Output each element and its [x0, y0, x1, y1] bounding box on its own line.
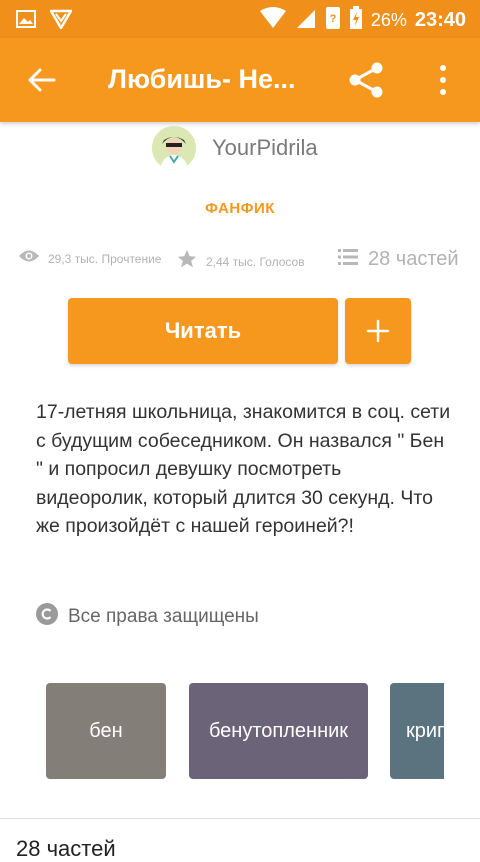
tag-chip[interactable]: бенутопленник — [189, 683, 368, 779]
category-label[interactable]: ФАНФИК — [0, 200, 480, 217]
more-vert-icon[interactable] — [434, 62, 452, 98]
tag-chip[interactable]: крипипаста — [390, 683, 444, 779]
eye-icon — [18, 248, 40, 269]
parts-count: 28 частей — [368, 248, 459, 270]
page-title: Любишь- Не... — [108, 64, 296, 94]
battery-charging-icon — [349, 6, 363, 35]
copyright-row: Все права защищены — [36, 603, 259, 630]
parts-stat: 28 частей — [338, 248, 459, 271]
tag-chip[interactable]: бен — [46, 683, 166, 779]
reads-count: 29,3 тыс. Прочтение — [48, 251, 162, 266]
list-icon — [338, 248, 358, 271]
gallery-icon — [16, 9, 36, 34]
battery-percent: 26% — [370, 10, 407, 30]
arrow-back-icon[interactable] — [26, 64, 58, 96]
share-icon[interactable] — [346, 60, 386, 100]
app-bar: Любишь- Не... — [0, 38, 480, 122]
votes-stat: 2,44 тыс. Голосов — [176, 248, 305, 275]
copyright-text: Все права защищены — [68, 605, 259, 627]
reads-stat: 29,3 тыс. Прочтение — [18, 248, 161, 269]
plus-icon — [345, 319, 411, 368]
section-divider — [0, 818, 480, 819]
copyright-icon — [36, 603, 58, 630]
star-icon — [176, 248, 198, 275]
svg-text:?: ? — [329, 13, 336, 25]
add-to-library-button[interactable] — [345, 298, 411, 364]
author-name[interactable]: YourPidrila — [212, 135, 318, 161]
shield-icon — [48, 9, 74, 34]
signal-icon — [295, 7, 317, 34]
parts-section-title: 28 частей — [16, 836, 116, 861]
wifi-icon — [259, 7, 287, 34]
status-bar: ? 26% 23:40 — [0, 0, 480, 38]
author-row[interactable]: YourPidrila — [152, 126, 318, 170]
story-description: 17-летняя школьница, знакомится в соц. с… — [36, 401, 451, 538]
tags-carousel[interactable]: бен бенутопленник крипипаста — [46, 683, 444, 779]
read-button[interactable]: Читать — [68, 298, 338, 364]
votes-count: 2,44 тыс. Голосов — [206, 254, 305, 269]
clock: 23:40 — [414, 9, 466, 31]
sim-icon: ? — [325, 6, 341, 35]
avatar[interactable] — [152, 126, 196, 170]
